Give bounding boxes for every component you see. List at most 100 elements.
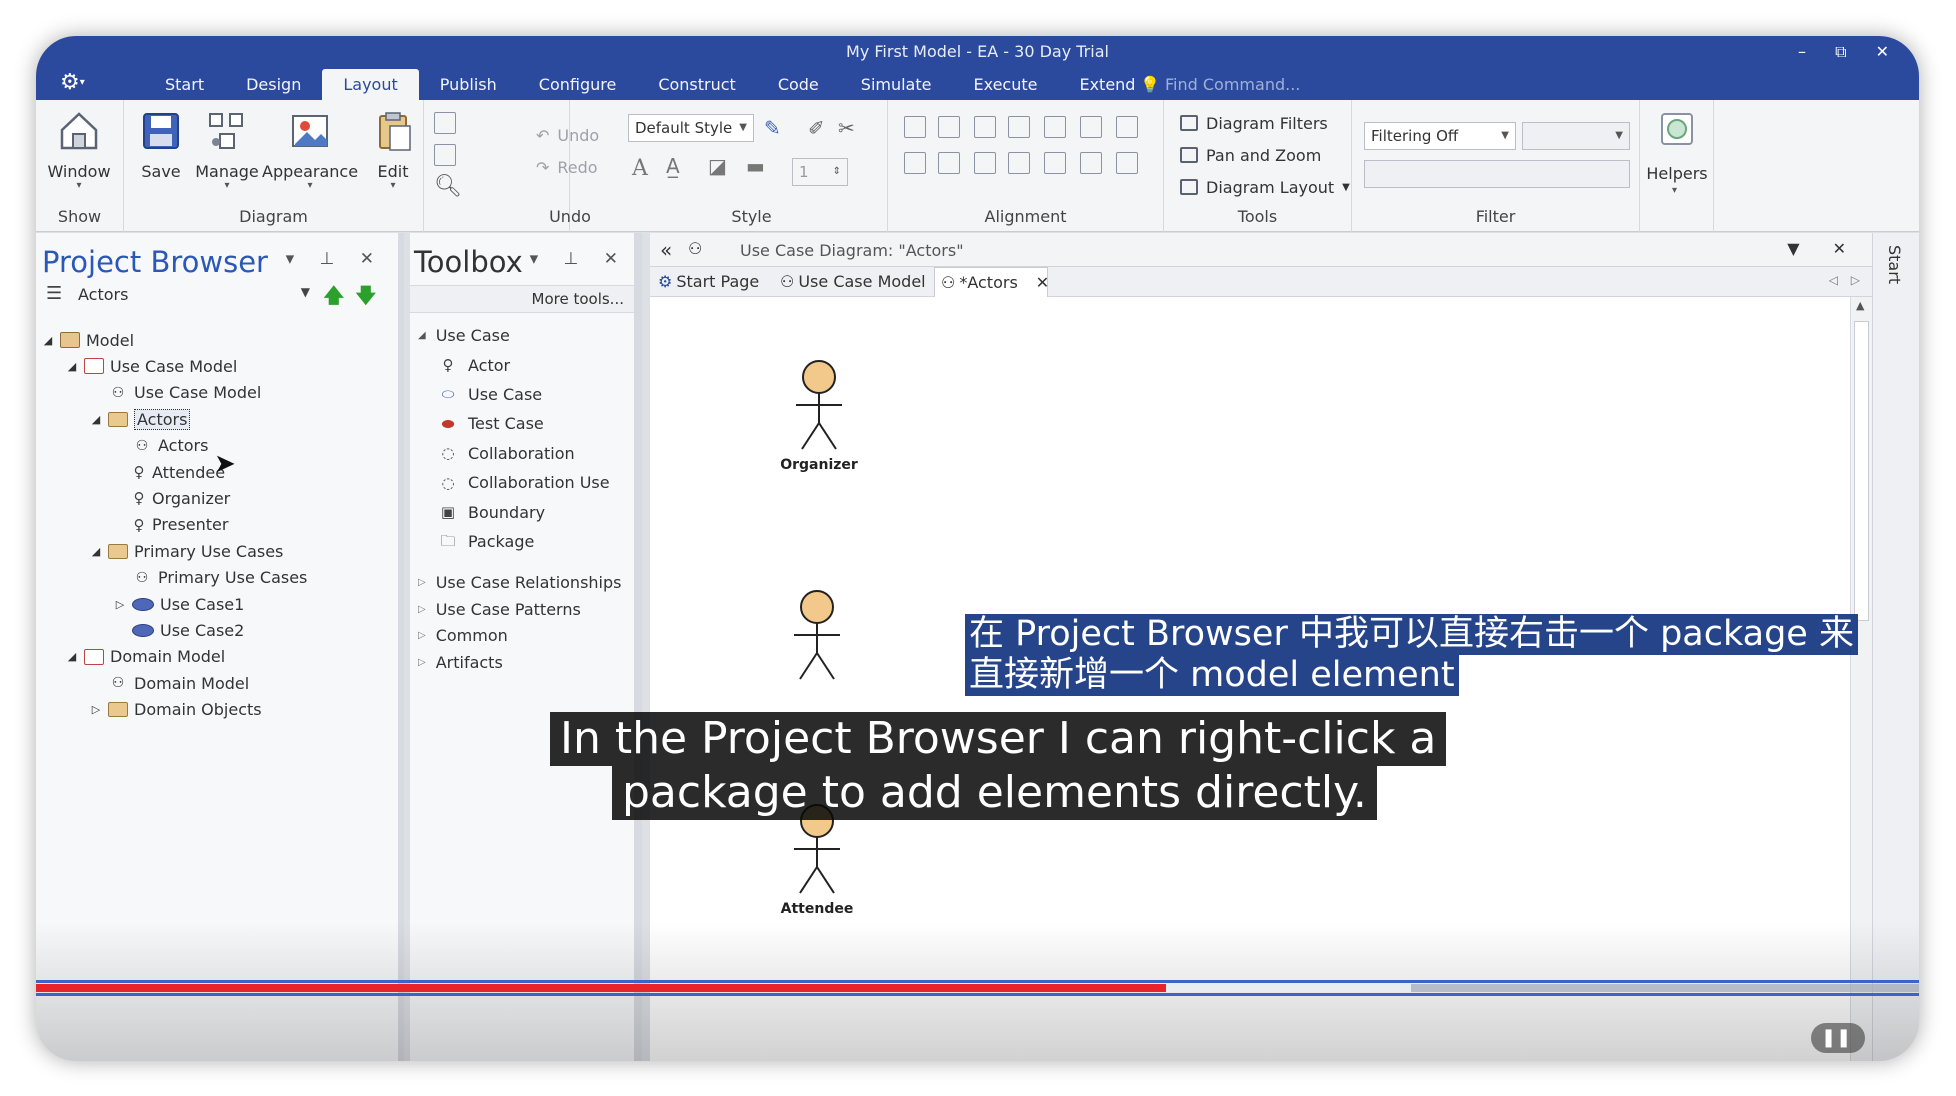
tab-construct[interactable]: Construct — [637, 69, 757, 100]
tree-item-model[interactable]: ◢ Model — [42, 327, 134, 353]
collapse-arrow-icon[interactable]: ◢ — [90, 545, 102, 558]
tree-item-presenter[interactable]: ♀ Presenter — [114, 512, 229, 538]
appearance-button[interactable]: Appearance ▾ — [262, 108, 358, 191]
collapse-arrow-icon[interactable]: ◢ — [66, 650, 78, 663]
move-down-arrow-icon[interactable]: 🡇 — [355, 281, 376, 315]
collapse-arrow-icon[interactable]: ◢ — [66, 360, 78, 373]
tab-use-case-model[interactable]: ⚇ Use Case Model — [774, 267, 932, 297]
find-command-input[interactable]: 💡 Find Command... — [1140, 69, 1300, 100]
font-icon[interactable]: A — [632, 156, 648, 181]
align-left-icon[interactable] — [904, 152, 926, 174]
window-controls[interactable]: – ⧉ ✕ — [1798, 38, 1901, 66]
more-tools-link[interactable]: More tools... — [532, 290, 624, 308]
diagram-filters-button[interactable]: Diagram Filters — [1180, 110, 1328, 136]
helpers-button[interactable]: Helpers ▾ — [1644, 108, 1710, 196]
properties-icon[interactable] — [434, 112, 456, 134]
tree-item-use-case-model[interactable]: ◢ Use Case Model — [66, 353, 238, 379]
hamburger-menu-icon[interactable]: ☰ — [46, 283, 62, 304]
fill-color-icon[interactable]: ◪ — [708, 154, 727, 178]
tree-item-domain-objects[interactable]: ▷ Domain Objects — [90, 697, 262, 723]
tab-configure[interactable]: Configure — [518, 69, 638, 100]
toolbox-item-package[interactable]: 🗀 Package — [438, 527, 534, 555]
same-height-icon[interactable] — [1044, 116, 1066, 138]
equal-spacing-icon[interactable] — [1044, 152, 1066, 174]
tree-item-use-case1[interactable]: ▷ Use Case1 — [114, 591, 245, 617]
collapse-arrow-icon[interactable]: ◢ — [42, 334, 54, 347]
pane-controls[interactable]: ▾ ⊥ ✕ — [286, 249, 384, 269]
collapse-chevron-icon[interactable]: « — [660, 238, 672, 262]
font-color-icon[interactable]: A̲ — [666, 154, 680, 178]
toolbox-pane-controls[interactable]: ▾ ⊥ ✕ — [530, 249, 628, 269]
toolbox-group-artifacts[interactable]: ▷ Artifacts — [418, 648, 503, 676]
align-bottom-icon[interactable] — [974, 116, 996, 138]
toolbox-item-collaboration-use[interactable]: ◌ Collaboration Use — [438, 469, 609, 497]
tree-item-domain-model[interactable]: ⚇ Domain Model — [90, 670, 250, 696]
actor-attendee[interactable]: Attendee — [772, 803, 862, 917]
toolbox-toggle-icon[interactable] — [434, 144, 456, 166]
align-middle-icon[interactable] — [938, 116, 960, 138]
send-backward-icon[interactable] — [1116, 116, 1138, 138]
distribute-icon[interactable] — [1080, 152, 1102, 174]
tree-item-use-case-model[interactable]: ⚇ Use Case Model — [90, 380, 262, 406]
window-button[interactable]: Window ▾ — [46, 108, 112, 191]
space-vertical-icon[interactable] — [974, 152, 996, 174]
tab-simulate[interactable]: Simulate — [840, 69, 953, 100]
filter-text-input[interactable] — [1364, 160, 1630, 188]
toolbox-group-common[interactable]: ▷ Common — [418, 622, 508, 650]
toolbox-item-use-case[interactable]: ⬭ Use Case — [438, 380, 543, 408]
tree-item-actors[interactable]: ◢ Actors — [90, 406, 191, 432]
pen-icon[interactable]: ✐ — [808, 116, 825, 140]
tree-item-primary-use-cases[interactable]: ◢ Primary Use Cases — [90, 538, 284, 564]
tab-code[interactable]: Code — [757, 69, 840, 100]
tab-layout[interactable]: Layout — [322, 69, 419, 100]
actor-organizer[interactable]: Organizer — [774, 359, 864, 473]
ea-logo-icon[interactable]: ⚙▾ — [60, 68, 85, 98]
tab-actors[interactable]: ⚇ *Actors ✕ — [934, 267, 1049, 298]
filter-value-select[interactable]: ▼ — [1522, 122, 1630, 150]
expand-arrow-icon[interactable]: ▷ — [90, 703, 102, 716]
bring-forward-icon[interactable] — [1080, 116, 1102, 138]
move-up-arrow-icon[interactable]: 🡅 — [323, 281, 344, 315]
pause-icon[interactable]: ❚❚ — [1811, 1023, 1865, 1053]
tab-execute[interactable]: Execute — [952, 69, 1058, 100]
toolbox-item-boundary[interactable]: ▣ Boundary — [438, 498, 545, 526]
line-width-stepper[interactable]: 1 ⇕ — [792, 158, 848, 186]
filtering-select[interactable]: Filtering Off ▼ — [1364, 122, 1516, 150]
close-tab-icon[interactable]: ✕ — [1036, 268, 1049, 298]
save-button[interactable]: Save — [128, 108, 194, 181]
scrollbar-thumb[interactable] — [1854, 321, 1869, 621]
space-horizontal-icon[interactable] — [1008, 152, 1030, 174]
tab-scroll-left-icon[interactable]: ◁ — [1829, 273, 1838, 287]
tree-item-primary-use-cases[interactable]: ⚇ Primary Use Cases — [114, 565, 308, 591]
tree-item-organizer[interactable]: ♀ Organizer — [114, 485, 231, 511]
edit-button[interactable]: Edit ▾ — [360, 108, 426, 191]
tree-item-attendee[interactable]: ♀ Attendee — [114, 459, 226, 485]
tree-item-domain-model[interactable]: ◢ Domain Model — [66, 644, 225, 670]
tab-publish[interactable]: Publish — [419, 69, 518, 100]
line-color-icon[interactable]: ▬ — [746, 154, 765, 178]
toolbox-item-test-case[interactable]: ⬬ Test Case — [438, 410, 544, 438]
tab-design[interactable]: Design — [225, 69, 322, 100]
redo-button[interactable]: ↷ Redo — [536, 154, 598, 180]
start-dock-tab[interactable]: Start — [1885, 245, 1904, 284]
tree-item-actors[interactable]: ⚇ Actors — [114, 433, 209, 459]
grid-icon[interactable] — [1116, 152, 1138, 174]
format-painter-icon[interactable]: ✎ — [764, 116, 781, 140]
eraser-icon[interactable]: ✂ — [838, 116, 855, 140]
toolbox-item-collaboration[interactable]: ◌ Collaboration — [438, 439, 574, 467]
toolbox-group-use-case-relationships[interactable]: ▷ Use Case Relationships — [418, 569, 621, 597]
collapse-arrow-icon[interactable]: ◢ — [90, 413, 102, 426]
tab-start-page[interactable]: ⚙ Start Page — [652, 267, 765, 297]
toolbox-item-actor[interactable]: ♀ Actor — [438, 351, 511, 379]
tab-start[interactable]: Start — [144, 69, 225, 100]
default-style-select[interactable]: Default Style ▼ — [628, 114, 754, 142]
same-width-icon[interactable] — [1008, 116, 1030, 138]
chevron-down-icon[interactable]: ▼ — [301, 285, 310, 299]
align-center-icon[interactable] — [938, 152, 960, 174]
diagram-header-controls[interactable]: ▼ ✕ — [1787, 239, 1860, 258]
align-top-icon[interactable] — [904, 116, 926, 138]
tab-scroll-right-icon[interactable]: ▷ — [1851, 273, 1860, 287]
toolbox-group-use-case-patterns[interactable]: ▷ Use Case Patterns — [418, 595, 581, 623]
zoom-search-icon[interactable]: 🔍︎ — [434, 174, 462, 199]
video-progress-bar[interactable] — [36, 984, 1919, 992]
